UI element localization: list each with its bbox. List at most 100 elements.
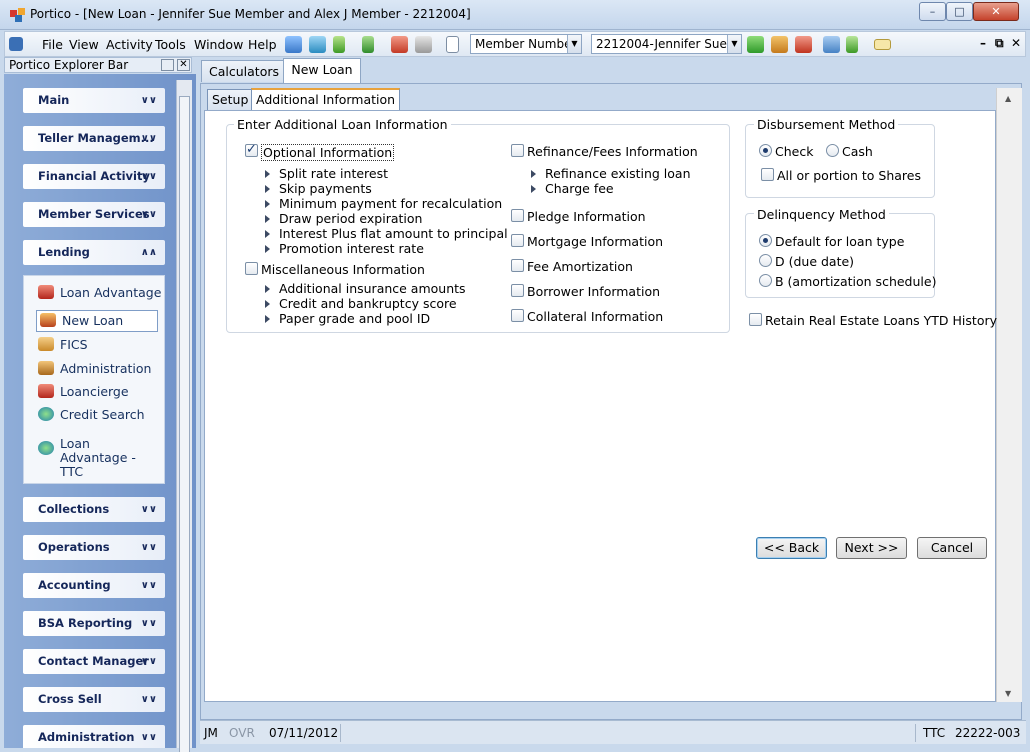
fee-amortization-label[interactable]: Fee Amortization [527,259,633,274]
collateral-info-label[interactable]: Collateral Information [527,309,663,324]
group-bsa-reporting[interactable]: BSA Reporting ∨∨ [23,611,165,636]
group-teller-management[interactable]: Teller Managem... ∨∨ [23,126,165,151]
lending-item-new-loan[interactable]: New Loan [36,310,158,332]
chevron-down-icon[interactable]: ▼ [567,35,581,53]
reports-icon[interactable] [823,36,840,53]
tab-new-loan[interactable]: New Loan [283,58,361,83]
group-lending[interactable]: Lending ∧∧ [23,240,165,265]
lending-item-loan-advantage[interactable]: Loan Advantage [38,285,161,300]
menu-window[interactable]: Window [194,37,243,52]
lending-item-loancierge[interactable]: Loancierge [38,384,129,399]
next-button[interactable]: Next >> [836,537,907,559]
delinquency-default-label[interactable]: Default for loan type [775,234,904,249]
lending-item-administration[interactable]: Administration [38,361,151,376]
group-collections[interactable]: Collections ∨∨ [23,497,165,522]
mail-icon[interactable] [874,39,891,50]
scrollbar-thumb[interactable] [179,96,190,752]
disbursement-cash-radio[interactable] [826,144,839,157]
fee-amortization-checkbox[interactable] [511,259,524,272]
optional-item-label: Skip payments [279,181,372,196]
minimize-button[interactable]: – [919,2,946,21]
lending-item-fics[interactable]: FICS [38,337,88,352]
maximize-button[interactable]: □ [946,2,973,21]
app-menu-icon[interactable] [9,37,23,51]
refinance-fees-label[interactable]: Refinance/Fees Information [527,144,698,159]
explorer-close-icon[interactable]: ✕ [177,59,190,71]
pledge-info-checkbox[interactable] [511,209,524,222]
deposit-icon[interactable] [362,36,374,53]
misc-info-checkbox[interactable] [245,262,258,275]
explorer-scrollbar[interactable] [176,80,192,752]
pin-icon[interactable] [161,59,174,71]
new-loan-icon [40,313,56,327]
menu-view[interactable]: View [69,37,99,52]
chevron-down-icon: ∨∨ [140,209,157,220]
group-cross-sell[interactable]: Cross Sell ∨∨ [23,687,165,712]
member-search-combo[interactable]: Member Numbe ▼ [470,34,582,54]
collateral-info-checkbox[interactable] [511,309,524,322]
menu-help[interactable]: Help [248,37,277,52]
misc-info-label[interactable]: Miscellaneous Information [261,262,425,277]
go-arrow-icon[interactable] [747,36,764,53]
mortgage-info-label[interactable]: Mortgage Information [527,234,663,249]
redo-arrow-icon[interactable] [391,36,408,53]
menu-tools[interactable]: Tools [155,37,186,52]
pledge-info-label[interactable]: Pledge Information [527,209,646,224]
group-accounting[interactable]: Accounting ∨∨ [23,573,165,598]
status-date: 07/11/2012 [269,726,339,740]
bullet-arrow-icon [265,285,270,293]
member-select-combo[interactable]: 2212004-Jennifer Sue ▼ [591,34,742,54]
cancel-button[interactable]: Cancel [917,537,987,559]
accounts-icon[interactable] [771,36,788,53]
subtab-additional-information[interactable]: Additional Information [251,88,401,111]
mdi-close-button[interactable]: ✕ [1011,36,1021,50]
menu-activity[interactable]: Activity [106,37,153,52]
delinquency-due-date-radio[interactable] [759,254,772,267]
mdi-minimize-button[interactable]: – [980,36,986,50]
misc-item-label: Credit and bankruptcy score [279,296,457,311]
lending-item-loan-advantage-ttc[interactable]: Loan Advantage - TTC [38,437,160,479]
delinquency-amortization-radio[interactable] [759,274,772,287]
group-financial-activity[interactable]: Financial Activity ∨∨ [23,164,165,189]
optional-info-label[interactable]: Optional Information [261,144,395,161]
mdi-restore-button[interactable]: ⧉ [995,36,1004,51]
content-scrollbar[interactable]: ▲ ▼ [996,88,1022,702]
optional-info-checkbox[interactable] [245,142,258,157]
lending-item-credit-search[interactable]: Credit Search [38,407,145,422]
mortgage-info-checkbox[interactable] [511,234,524,247]
tab-calculators[interactable]: Calculators [201,60,287,82]
subtab-setup[interactable]: Setup [207,89,254,111]
refinance-fees-checkbox[interactable] [511,144,524,157]
retain-ytd-label[interactable]: Retain Real Estate Loans YTD History [765,313,997,328]
disbursement-cash-label[interactable]: Cash [842,144,873,159]
group-member-services-label: Member Services [38,207,150,221]
money-icon[interactable] [333,36,345,53]
phone-icon[interactable] [795,36,812,53]
borrower-info-label[interactable]: Borrower Information [527,284,660,299]
print-icon[interactable] [415,36,432,53]
chevron-down-icon[interactable]: ▼ [727,35,741,53]
delinquency-default-radio[interactable] [759,234,772,247]
retain-ytd-checkbox[interactable] [749,313,762,326]
group-contact-manager[interactable]: Contact Manager ∨∨ [23,649,165,674]
scroll-up-icon[interactable]: ▲ [1005,94,1011,103]
close-button[interactable]: ✕ [973,2,1019,21]
back-button[interactable]: << Back [756,537,827,559]
group-operations[interactable]: Operations ∨∨ [23,535,165,560]
menu-file[interactable]: File [42,37,63,52]
shares-checkbox[interactable] [761,168,774,181]
battery-icon[interactable] [846,36,858,53]
group-member-services[interactable]: Member Services ∨∨ [23,202,165,227]
delinquency-due-date-label[interactable]: D (due date) [775,254,854,269]
borrower-info-checkbox[interactable] [511,284,524,297]
scroll-down-icon[interactable]: ▼ [1005,689,1011,698]
shares-label[interactable]: All or portion to Shares [777,168,921,183]
disbursement-check-radio[interactable] [759,144,772,157]
delinquency-amortization-label[interactable]: B (amortization schedule) [775,274,936,289]
disbursement-check-label[interactable]: Check [775,144,813,159]
group-administration[interactable]: Administration ∨∨ [23,725,165,748]
group-main[interactable]: Main ∨∨ [23,88,165,113]
members-icon[interactable] [285,36,302,53]
new-document-icon[interactable] [446,36,459,53]
transfer-icon[interactable] [309,36,326,53]
